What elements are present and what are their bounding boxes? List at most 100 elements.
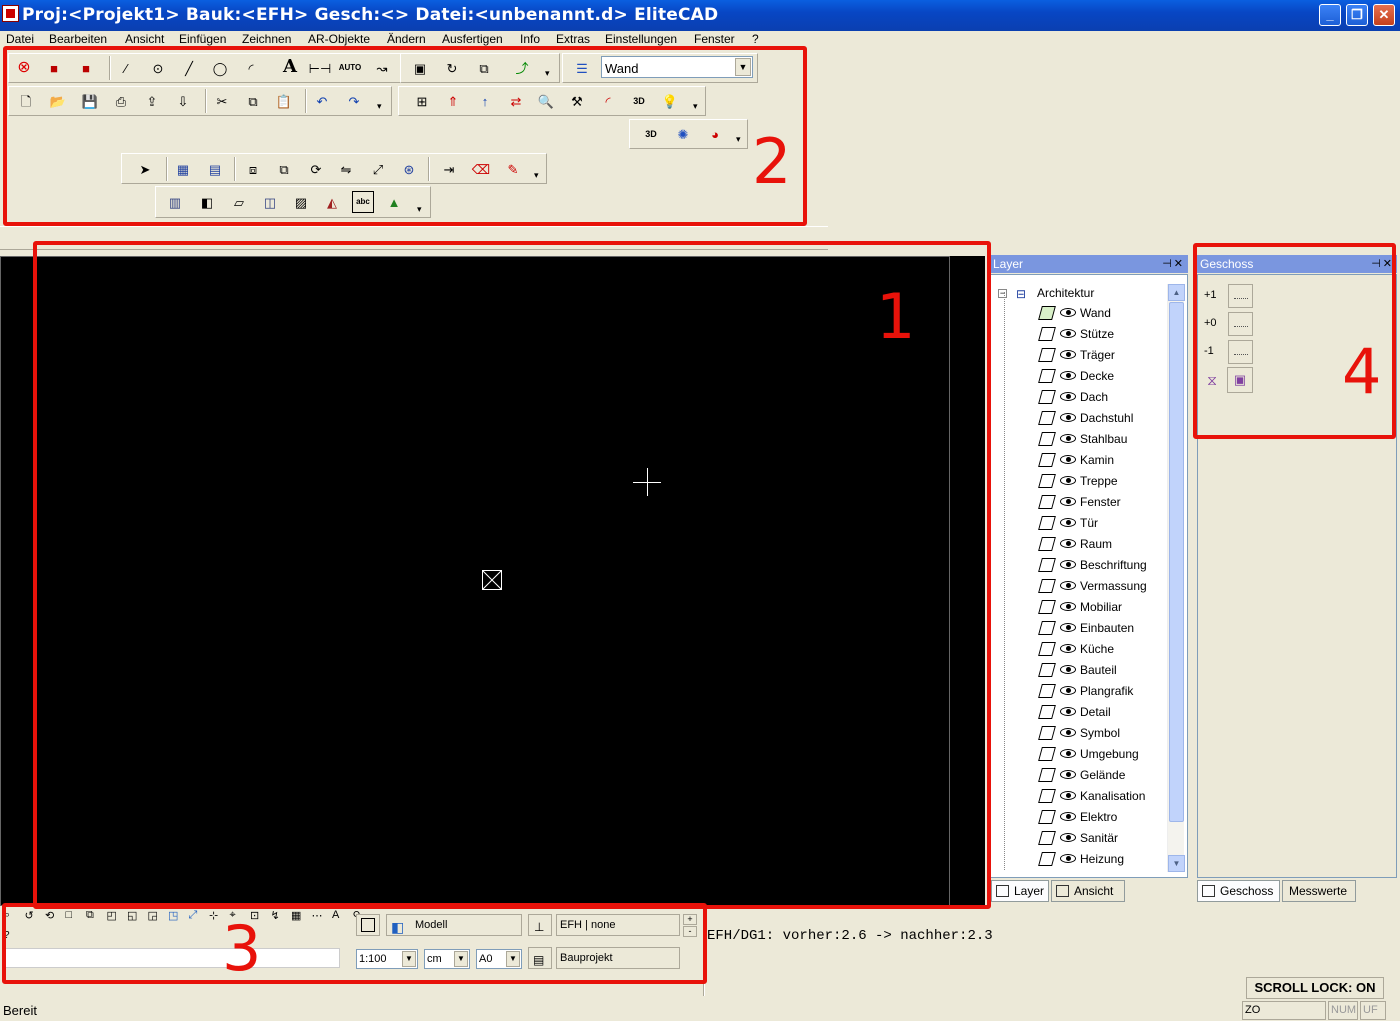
tab-ansicht[interactable]: Ansicht xyxy=(1051,880,1125,902)
pen-icon[interactable] xyxy=(1038,558,1056,572)
menu-info[interactable]: Info xyxy=(520,32,540,46)
layer-item[interactable]: Heizung xyxy=(990,849,1165,870)
layer-item[interactable]: Elektro xyxy=(990,807,1165,828)
tab-messwerte[interactable]: Messwerte xyxy=(1282,880,1356,902)
layer-item[interactable]: Stahlbau xyxy=(990,429,1165,450)
eye-icon[interactable] xyxy=(1060,707,1076,716)
menu-ar-objekte[interactable]: AR-Objekte xyxy=(308,32,370,46)
menu-bearbeiten[interactable]: Bearbeiten xyxy=(49,32,107,46)
pen-icon[interactable] xyxy=(1038,747,1056,761)
layer-item[interactable]: Plangrafik xyxy=(990,681,1165,702)
eye-icon[interactable] xyxy=(1060,560,1076,569)
scroll-up-icon[interactable]: ▲ xyxy=(1168,284,1185,301)
eye-icon[interactable] xyxy=(1060,644,1076,653)
layer-item[interactable]: Detail xyxy=(990,702,1165,723)
pin-close-icon[interactable]: ⊣✕ xyxy=(1162,255,1185,273)
menu-help[interactable]: ? xyxy=(752,32,759,46)
close-button[interactable]: ✕ xyxy=(1373,4,1395,26)
app-icon[interactable] xyxy=(2,5,19,22)
scroll-thumb[interactable] xyxy=(1169,302,1184,822)
layer-item[interactable]: Dachstuhl xyxy=(990,408,1165,429)
tab-layer[interactable]: Layer xyxy=(991,880,1049,902)
eye-icon[interactable] xyxy=(1060,854,1076,863)
eye-icon[interactable] xyxy=(1060,581,1076,590)
menu-extras[interactable]: Extras xyxy=(556,32,590,46)
title-bar[interactable]: Proj:<Projekt1> Bauk:<EFH> Gesch:<> Date… xyxy=(0,0,1400,31)
menu-ausfertigen[interactable]: Ausfertigen xyxy=(442,32,503,46)
eye-icon[interactable] xyxy=(1060,392,1076,401)
layer-item[interactable]: Sanitär xyxy=(990,828,1165,849)
layer-item[interactable]: Beschriftung xyxy=(990,555,1165,576)
layer-item[interactable]: Gelände xyxy=(990,765,1165,786)
pen-icon[interactable] xyxy=(1038,579,1056,593)
pen-icon[interactable] xyxy=(1038,852,1056,866)
pen-icon[interactable] xyxy=(1038,600,1056,614)
eye-icon[interactable] xyxy=(1060,833,1076,842)
layer-item[interactable]: Symbol xyxy=(990,723,1165,744)
eye-icon[interactable] xyxy=(1060,812,1076,821)
menu-einstellungen[interactable]: Einstellungen xyxy=(605,32,677,46)
pen-icon[interactable] xyxy=(1038,411,1056,425)
eye-icon[interactable] xyxy=(1060,476,1076,485)
tree-root-architektur[interactable]: Architektur xyxy=(1037,286,1094,300)
eye-icon[interactable] xyxy=(1060,329,1076,338)
pen-icon[interactable] xyxy=(1038,306,1056,320)
menu-aendern[interactable]: Ändern xyxy=(387,32,426,46)
pen-icon[interactable] xyxy=(1038,663,1056,677)
minimize-button[interactable]: _ xyxy=(1319,4,1341,26)
layer-item[interactable]: Wand xyxy=(990,303,1165,324)
layer-item[interactable]: Träger xyxy=(990,345,1165,366)
menu-fenster[interactable]: Fenster xyxy=(694,32,735,46)
eye-icon[interactable] xyxy=(1060,623,1076,632)
eye-icon[interactable] xyxy=(1060,539,1076,548)
layer-item[interactable]: Raum xyxy=(990,534,1165,555)
eye-icon[interactable] xyxy=(1060,602,1076,611)
layer-item[interactable]: Treppe xyxy=(990,471,1165,492)
layer-item[interactable]: Kamin xyxy=(990,450,1165,471)
eye-icon[interactable] xyxy=(1060,497,1076,506)
eye-icon[interactable] xyxy=(1060,350,1076,359)
pen-icon[interactable] xyxy=(1038,789,1056,803)
layer-item[interactable]: Dach xyxy=(990,387,1165,408)
pen-icon[interactable] xyxy=(1038,621,1056,635)
pen-icon[interactable] xyxy=(1038,327,1056,341)
pen-icon[interactable] xyxy=(1038,348,1056,362)
layer-scrollbar[interactable]: ▲ ▼ xyxy=(1167,284,1185,872)
scroll-down-icon[interactable]: ▼ xyxy=(1168,855,1185,872)
eye-icon[interactable] xyxy=(1060,749,1076,758)
eye-icon[interactable] xyxy=(1060,665,1076,674)
eye-icon[interactable] xyxy=(1060,434,1076,443)
pen-icon[interactable] xyxy=(1038,810,1056,824)
menu-ansicht[interactable]: Ansicht xyxy=(125,32,164,46)
pen-icon[interactable] xyxy=(1038,432,1056,446)
pen-icon[interactable] xyxy=(1038,537,1056,551)
pen-icon[interactable] xyxy=(1038,726,1056,740)
pen-icon[interactable] xyxy=(1038,474,1056,488)
eye-icon[interactable] xyxy=(1060,308,1076,317)
eye-icon[interactable] xyxy=(1060,518,1076,527)
layer-item[interactable]: Stütze xyxy=(990,324,1165,345)
eye-icon[interactable] xyxy=(1060,413,1076,422)
pen-icon[interactable] xyxy=(1038,390,1056,404)
layer-item[interactable]: Tür xyxy=(990,513,1165,534)
pen-icon[interactable] xyxy=(1038,705,1056,719)
pen-icon[interactable] xyxy=(1038,369,1056,383)
layer-item[interactable]: Kanalisation xyxy=(990,786,1165,807)
pen-icon[interactable] xyxy=(1038,453,1056,467)
layer-item[interactable]: Einbauten xyxy=(990,618,1165,639)
tab-geschoss[interactable]: Geschoss xyxy=(1197,880,1280,902)
eye-icon[interactable] xyxy=(1060,686,1076,695)
eye-icon[interactable] xyxy=(1060,791,1076,800)
tree-collapse-icon[interactable]: − xyxy=(998,289,1007,298)
pen-icon[interactable] xyxy=(1038,642,1056,656)
restore-button[interactable]: ❐ xyxy=(1346,4,1368,26)
pen-icon[interactable] xyxy=(1038,495,1056,509)
menu-einfuegen[interactable]: Einfügen xyxy=(179,32,226,46)
eye-icon[interactable] xyxy=(1060,770,1076,779)
menu-zeichnen[interactable]: Zeichnen xyxy=(242,32,291,46)
pen-icon[interactable] xyxy=(1038,831,1056,845)
eye-icon[interactable] xyxy=(1060,371,1076,380)
layer-item[interactable]: Umgebung xyxy=(990,744,1165,765)
layer-item[interactable]: Fenster xyxy=(990,492,1165,513)
layer-item[interactable]: Bauteil xyxy=(990,660,1165,681)
